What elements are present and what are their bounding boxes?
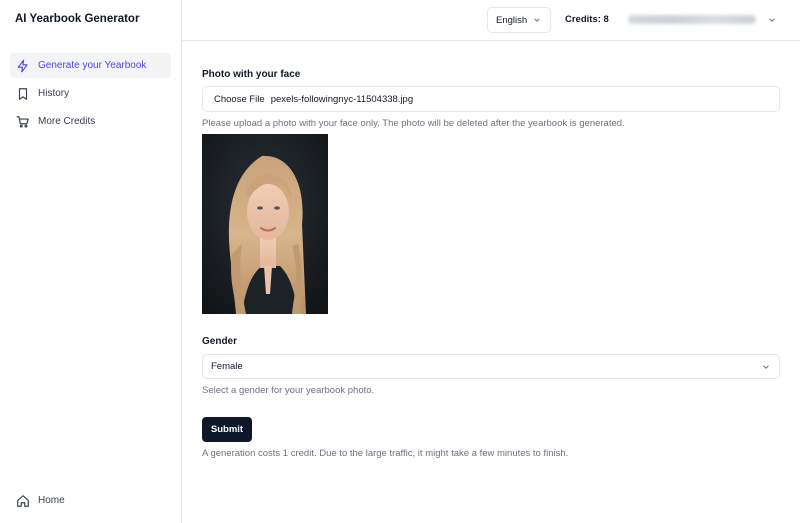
sidebar-item-label: Generate your Yearbook <box>38 60 147 71</box>
credits-count: Credits: 8 <box>565 14 609 25</box>
language-select[interactable]: English <box>487 7 551 33</box>
sidebar-item-label: More Credits <box>38 116 96 127</box>
sidebar-item-generate-yearbook[interactable]: Generate your Yearbook <box>10 53 171 78</box>
submit-helper-text: A generation costs 1 credit. Due to the … <box>202 448 569 459</box>
photo-file-input[interactable]: Choose File pexels-followingnyc-11504338… <box>202 86 780 112</box>
file-name: pexels-followingnyc-11504338.jpg <box>270 93 414 105</box>
chevron-down-icon <box>769 18 775 22</box>
sidebar-item-history[interactable]: History <box>10 81 171 106</box>
account-email-blurred <box>628 15 756 24</box>
submit-button[interactable]: Submit <box>202 417 252 442</box>
cart-icon <box>16 115 30 129</box>
photo-helper-text: Please upload a photo with your face onl… <box>202 118 625 129</box>
choose-file-button[interactable]: Choose File <box>214 94 265 105</box>
sidebar: AI Yearbook Generator Generate your Year… <box>0 0 182 523</box>
top-bar: English Credits: 8 <box>182 0 800 41</box>
home-icon <box>16 494 30 508</box>
sidebar-item-label: Home <box>38 495 65 506</box>
bookmark-icon <box>16 87 30 101</box>
gender-value: Female <box>211 361 243 372</box>
gender-label: Gender <box>202 336 238 347</box>
gender-select[interactable]: Female <box>202 354 780 379</box>
chevron-down-icon <box>534 18 540 22</box>
uploaded-photo-preview <box>202 134 328 314</box>
photo-label: Photo with your face <box>202 69 301 80</box>
sidebar-item-more-credits[interactable]: More Credits <box>10 109 171 134</box>
app-title: AI Yearbook Generator <box>15 13 140 25</box>
gender-helper-text: Select a gender for your yearbook photo. <box>202 385 375 396</box>
account-menu[interactable] <box>628 13 778 27</box>
chevron-down-icon <box>763 365 769 369</box>
sidebar-nav: Generate your Yearbook History More Cred… <box>10 53 171 137</box>
sidebar-item-label: History <box>38 88 70 99</box>
language-value: English <box>496 14 528 26</box>
sidebar-item-home[interactable]: Home <box>10 488 171 513</box>
lightning-icon <box>16 59 30 73</box>
